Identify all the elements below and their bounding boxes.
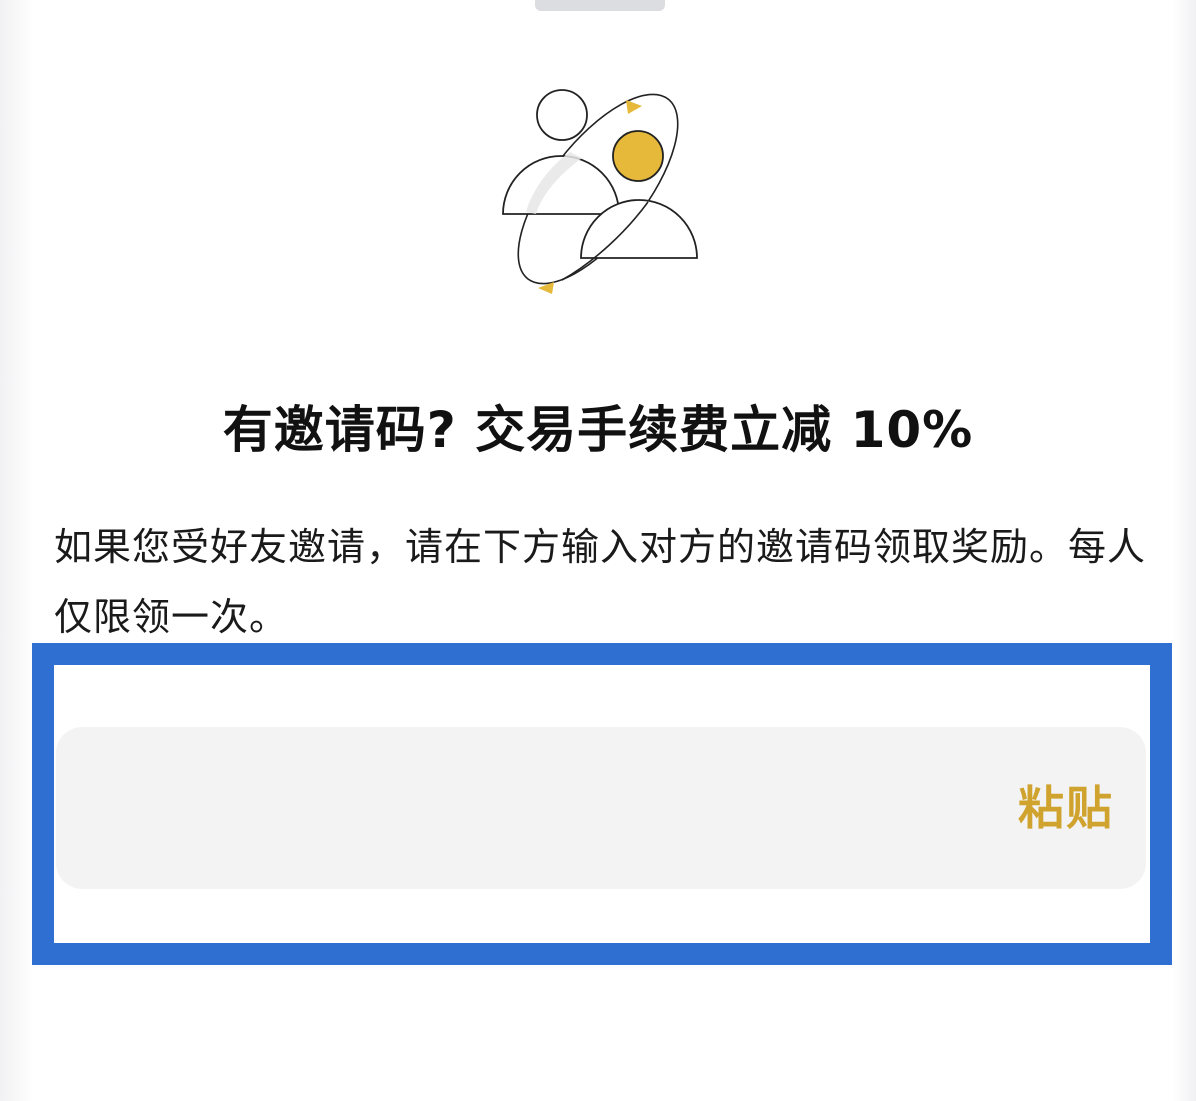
sheet-edge-shadow-right	[1172, 0, 1196, 1101]
sheet-description: 如果您受好友邀请，请在下方输入对方的邀请码领取奖励。每人仅限领一次。	[54, 525, 1147, 639]
sheet-edge-shadow-left	[0, 0, 34, 1101]
sheet-drag-handle[interactable]	[535, 0, 665, 11]
paste-button[interactable]: 粘贴	[1018, 727, 1114, 889]
invite-code-input[interactable]	[56, 727, 986, 889]
invite-code-field[interactable]: 粘贴	[56, 727, 1146, 889]
bottom-sheet: 有邀请码? 交易手续费立减 10% 如果您受好友邀请，请在下方输入对方的邀请码领…	[0, 0, 1196, 1101]
sheet-title: 有邀请码? 交易手续费立减 10%	[222, 401, 974, 459]
invite-friends-illustration-icon	[498, 86, 702, 296]
